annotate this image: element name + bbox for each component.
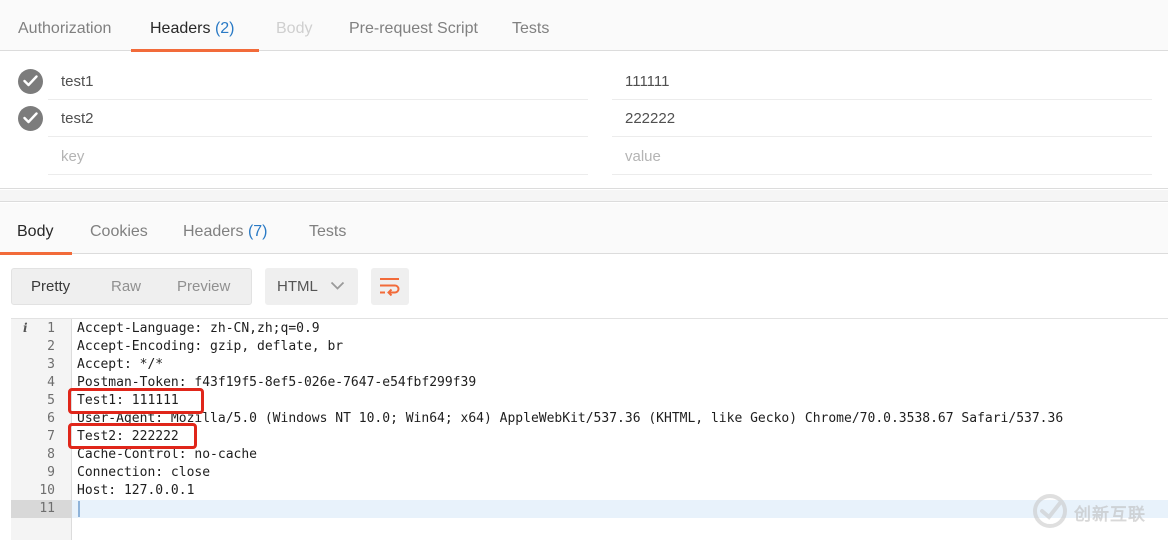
header-key-field[interactable]: test2 — [48, 100, 588, 137]
enable-checkbox[interactable] — [18, 69, 43, 94]
request-tabs: Authorization Headers (2) Body Pre-reque… — [0, 0, 1168, 52]
header-row-new: key value — [0, 138, 1168, 175]
header-key-field[interactable]: test1 — [48, 63, 588, 100]
tab-pre-request-script[interactable]: Pre-request Script — [349, 0, 478, 51]
info-icon[interactable]: i — [23, 321, 28, 335]
header-row: test2 222222 — [0, 100, 1168, 137]
format-value: HTML — [277, 278, 318, 295]
response-body-editor[interactable]: i 1 Accept-Language: zh-CN,zh;q=0.9 2 Acce… — [11, 318, 1168, 540]
code-line: 3 Accept: */* — [47, 357, 164, 372]
wrap-lines-button[interactable] — [371, 268, 409, 305]
watermark-text: 创新互联 — [1074, 505, 1146, 524]
highlight-box-test1 — [68, 388, 204, 414]
tab-cookies[interactable]: Cookies — [90, 203, 148, 254]
header-value-field[interactable]: 111111 — [612, 63, 1152, 100]
tab-authorization[interactable]: Authorization — [18, 0, 111, 51]
raw-button[interactable]: Raw — [111, 269, 141, 304]
pane-divider[interactable] — [0, 190, 1168, 202]
pretty-button[interactable]: Pretty — [31, 269, 70, 304]
check-icon — [23, 75, 38, 87]
code-line: 10 Host: 127.0.0.1 — [39, 483, 195, 498]
enable-checkbox[interactable] — [18, 106, 43, 131]
highlight-box-test2 — [68, 423, 197, 449]
tab-response-tests[interactable]: Tests — [309, 203, 346, 254]
response-headers-count: (7) — [247, 223, 268, 240]
new-value-field[interactable]: value — [612, 138, 1152, 175]
response-toolbar: Pretty Raw Preview HTML — [0, 255, 1168, 317]
chevron-down-icon — [330, 281, 345, 290]
headers-count: (2) — [214, 20, 235, 37]
view-mode-switch: Pretty Raw Preview — [11, 268, 252, 305]
header-value-field[interactable]: 222222 — [612, 100, 1152, 137]
code-line-current: 11 — [11, 500, 1168, 518]
tab-body[interactable]: Body — [276, 0, 312, 51]
wrap-text-icon — [380, 278, 400, 296]
watermark-logo: 创新互联 — [1032, 493, 1162, 529]
tab-headers[interactable]: Headers (2) — [131, 0, 258, 52]
header-row: test1 111111 — [0, 63, 1168, 100]
code-line: 9 Connection: close — [47, 465, 211, 480]
tab-response-headers[interactable]: Headers (7) — [183, 203, 268, 254]
watermark-logo-icon — [1033, 494, 1067, 528]
check-icon — [23, 112, 38, 124]
preview-button[interactable]: Preview — [177, 269, 230, 304]
new-key-field[interactable]: key — [48, 138, 588, 175]
code-line: i 1 Accept-Language: zh-CN,zh;q=0.9 — [23, 321, 320, 336]
text-cursor — [78, 501, 80, 517]
response-tabs: Body Cookies Headers (7) Tests — [0, 203, 1168, 255]
code-line: 2 Accept-Encoding: gzip, deflate, br — [47, 339, 344, 354]
format-dropdown[interactable]: HTML — [265, 268, 358, 305]
tab-response-body[interactable]: Body — [0, 203, 74, 255]
header-editor: test1 111111 test2 222222 key value — [0, 52, 1168, 189]
tab-tests[interactable]: Tests — [512, 0, 549, 51]
